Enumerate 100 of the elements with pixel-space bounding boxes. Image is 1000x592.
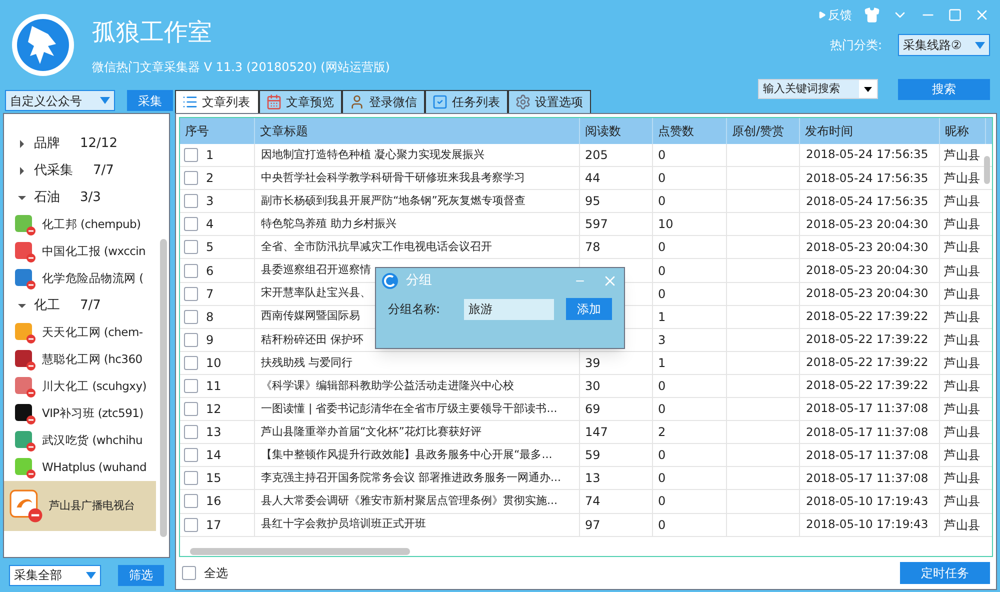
article-title: 【集中整顿作风提升行政效能】县政务服务中心开展“最多... (261, 447, 552, 464)
maximize-icon[interactable] (948, 8, 962, 22)
account-name: 化工邦 (chempub) (42, 216, 141, 233)
checkbox[interactable] (184, 171, 198, 186)
skin-icon[interactable] (864, 7, 880, 23)
checkbox[interactable] (184, 310, 198, 324)
row-number: 11 (206, 378, 222, 395)
row-number: 12 (206, 401, 222, 418)
user-icon (349, 94, 365, 110)
column-header[interactable]: 阅读数 (580, 118, 653, 144)
row-number: 16 (206, 493, 222, 510)
like-count: 3 (658, 332, 666, 349)
like-count: 0 (658, 147, 666, 164)
checkbox[interactable] (184, 217, 198, 232)
checkbox[interactable] (184, 378, 198, 393)
account-item[interactable]: 化工邦 (chempub) (4, 211, 160, 238)
account-type-select[interactable]: 自定义公众号 (5, 90, 115, 111)
like-count: 0 (658, 447, 666, 464)
search-button[interactable]: 搜索 (898, 78, 990, 100)
article-title: 特色鸵鸟养殖 助力乡村振兴 (261, 216, 396, 232)
tab[interactable]: 设置选项 (508, 90, 591, 113)
nickname: 芦山县 (944, 216, 980, 234)
article-title: 宋开慧率队赴宝兴县、 (261, 285, 371, 302)
wolf-logo-icon (10, 12, 76, 78)
checkbox[interactable] (184, 332, 198, 347)
column-header[interactable]: 文章标题 (255, 118, 580, 144)
account-item[interactable]: 化学危险品物流网 ( (4, 265, 160, 292)
tree-group[interactable]: 石油 3/3 (4, 184, 160, 211)
tab[interactable]: 文章预览 (259, 90, 342, 113)
read-count: 147 (585, 424, 608, 442)
checkbox[interactable] (184, 148, 198, 162)
column-header[interactable]: 序号 (180, 118, 255, 144)
category-select[interactable]: 采集线路② (898, 34, 990, 56)
vertical-scrollbar[interactable] (984, 156, 990, 184)
nickname: 芦山县 (944, 262, 980, 280)
tab[interactable]: 任务列表 (425, 90, 508, 113)
checkbox[interactable] (184, 494, 198, 508)
checkbox[interactable] (184, 356, 198, 370)
tree-group[interactable]: 化工 7/7 (4, 292, 160, 319)
row-number: 15 (206, 470, 222, 488)
row-number: 13 (206, 424, 222, 442)
group-name-label: 分组名称: (388, 301, 442, 318)
expanded-caret-icon (18, 302, 26, 310)
account-name: 中国化工报 (wxccin (42, 242, 146, 260)
read-count: 97 (585, 516, 600, 534)
publish-time: 2018-05-10 17:19:43 (806, 516, 928, 533)
schedule-button[interactable]: 定时任务 (900, 562, 990, 584)
tree-group[interactable]: 代采集 7/7 (4, 157, 160, 184)
like-count: 0 (658, 193, 666, 210)
dropdown-arrow-icon (86, 572, 96, 578)
account-item[interactable]: 中国化工报 (wxccin (4, 238, 160, 265)
scrollbar-thumb[interactable] (160, 239, 167, 537)
account-item[interactable]: 武汉吃货 (whchihu (4, 427, 160, 454)
nickname: 芦山县 (944, 470, 980, 488)
checkbox[interactable] (184, 286, 198, 301)
checkbox[interactable] (184, 425, 198, 440)
checkbox[interactable] (184, 264, 198, 278)
read-count: 59 (585, 447, 600, 464)
account-name: WHatplus (wuhand (42, 458, 147, 476)
account-item[interactable]: 天天化工网 (chem- (4, 319, 160, 346)
row-number: 1 (206, 147, 214, 164)
column-header[interactable]: 发布时间 (800, 118, 940, 144)
publish-time: 2018-05-23 20:04:30 (806, 284, 928, 302)
checkbox[interactable] (184, 518, 198, 532)
group-name-field[interactable]: 旅游 (464, 298, 554, 320)
filter-select[interactable]: 采集全部 (9, 564, 101, 586)
column-header[interactable]: 昵称 (940, 118, 986, 144)
publish-time: 2018-05-22 17:39:22 (806, 377, 928, 394)
publish-time: 2018-05-23 20:04:30 (806, 238, 928, 256)
collect-button[interactable]: 采集 (127, 90, 173, 111)
checkbox[interactable] (184, 471, 198, 486)
account-item[interactable]: VIP补习班 (ztc591) (4, 400, 160, 427)
column-header[interactable]: 原创/赞赏 (727, 118, 800, 144)
account-item[interactable]: 芦山县广播电视台 (4, 481, 156, 531)
keyword-search-field[interactable]: 输入关键词搜索 (758, 79, 878, 99)
nickname: 芦山县 (944, 354, 980, 372)
horizontal-scrollbar[interactable] (190, 548, 410, 554)
read-count: 39 (585, 354, 600, 372)
like-count: 2 (658, 424, 666, 442)
tab[interactable]: 文章列表 (175, 90, 259, 113)
account-item[interactable]: WHatplus (wuhand (4, 454, 160, 481)
checkbox[interactable] (184, 194, 198, 208)
account-item[interactable]: 川大化工 (scuhgxy) (4, 373, 160, 400)
filter-button[interactable]: 筛选 (118, 564, 164, 586)
nickname: 芦山县 (944, 378, 980, 395)
column-header[interactable]: 点赞数 (653, 118, 727, 144)
account-item[interactable]: 慧聪化工网 (hc360 (4, 346, 160, 373)
tree-group[interactable]: 品牌 12/12 (4, 130, 160, 157)
add-button[interactable]: 添加 (566, 298, 612, 320)
checkbox[interactable] (184, 448, 198, 462)
nickname: 芦山县 (944, 239, 980, 256)
like-count: 0 (658, 470, 666, 488)
checkbox[interactable] (184, 402, 198, 416)
checkbox[interactable] (184, 240, 198, 254)
tab[interactable]: 登录微信 (342, 90, 425, 113)
publish-time: 2018-05-17 11:37:08 (806, 424, 928, 441)
nickname: 芦山县 (944, 447, 980, 464)
category-label: 热门分类: (830, 37, 882, 54)
checkbox[interactable] (182, 566, 196, 580)
like-count: 1 (658, 308, 666, 326)
